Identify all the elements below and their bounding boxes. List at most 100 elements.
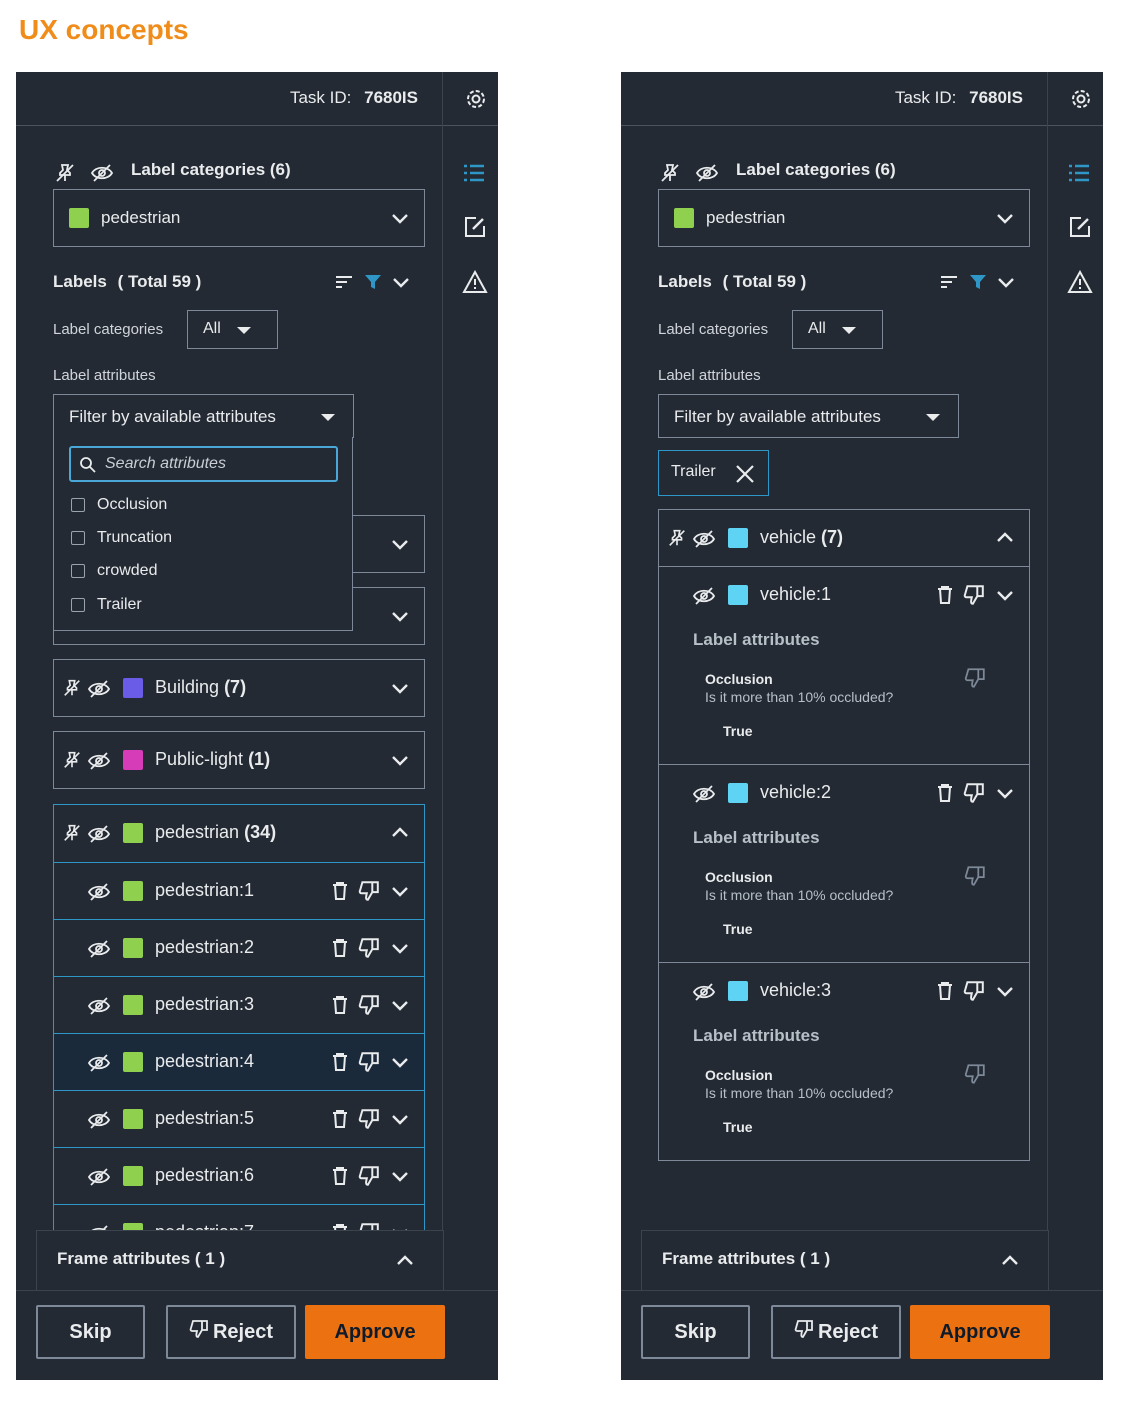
reject-button[interactable]: Reject (771, 1305, 901, 1359)
chevron-down-icon[interactable] (391, 272, 411, 292)
list-icon[interactable] (462, 162, 486, 184)
label-item[interactable]: pedestrian:1 (54, 862, 424, 919)
eye-off-icon[interactable] (87, 1052, 111, 1074)
chevron-down-icon[interactable] (390, 1052, 410, 1072)
eye-off-icon[interactable] (692, 981, 716, 1003)
unpin-icon[interactable] (62, 823, 82, 843)
chevron-down-icon[interactable] (390, 750, 410, 770)
checkbox[interactable] (71, 564, 85, 578)
settings-icon[interactable] (1069, 87, 1093, 111)
close-icon[interactable] (735, 464, 755, 484)
eye-off-icon[interactable] (87, 750, 111, 772)
filter-icon[interactable] (968, 272, 988, 292)
group-header[interactable]: vehicle (7) (659, 510, 1029, 567)
label-item[interactable]: pedestrian:6 (54, 1147, 424, 1204)
chevron-up-icon[interactable] (1000, 1251, 1020, 1271)
thumbs-down-icon[interactable] (358, 1051, 380, 1073)
trash-icon[interactable] (936, 981, 954, 1001)
edit-icon[interactable] (1068, 215, 1092, 239)
thumbs-down-icon[interactable] (358, 994, 380, 1016)
trash-icon[interactable] (331, 938, 349, 958)
eye-off-icon[interactable] (87, 1166, 111, 1188)
approve-button[interactable]: Approve (910, 1305, 1050, 1359)
eye-off-icon[interactable] (695, 162, 719, 184)
unpin-icon[interactable] (659, 162, 681, 184)
trash-icon[interactable] (331, 995, 349, 1015)
eye-off-icon[interactable] (87, 678, 111, 700)
unpin-icon[interactable] (62, 750, 82, 770)
search-input[interactable]: Search attributes (69, 446, 338, 482)
eye-off-icon[interactable] (90, 162, 114, 184)
thumbs-down-icon[interactable] (963, 980, 985, 1002)
chevron-up-icon[interactable] (395, 1251, 415, 1271)
thumbs-down-icon[interactable] (358, 1165, 380, 1187)
filter-icon[interactable] (363, 272, 383, 292)
label-group-building[interactable]: Building (7) (53, 659, 425, 717)
chevron-down-icon[interactable] (995, 585, 1015, 605)
eye-off-icon[interactable] (87, 995, 111, 1017)
category-filter-dropdown[interactable]: All (187, 310, 278, 349)
unpin-icon[interactable] (62, 678, 82, 698)
label-group-public-light[interactable]: Public-light (1) (53, 731, 425, 789)
thumbs-down-icon[interactable] (963, 584, 985, 606)
category-filter-dropdown[interactable]: All (792, 310, 883, 349)
skip-button[interactable]: Skip (641, 1305, 750, 1359)
list-icon[interactable] (1067, 162, 1091, 184)
thumbs-down-icon[interactable] (964, 667, 986, 689)
settings-icon[interactable] (464, 87, 488, 111)
trash-icon[interactable] (331, 1052, 349, 1072)
chevron-down-icon[interactable] (996, 272, 1016, 292)
eye-off-icon[interactable] (692, 585, 716, 607)
chevron-down-icon[interactable] (995, 783, 1015, 803)
frame-attributes-bar[interactable]: Frame attributes ( 1 ) (641, 1230, 1049, 1290)
chevron-down-icon[interactable] (390, 995, 410, 1015)
chevron-up-icon[interactable] (995, 528, 1015, 548)
chevron-down-icon[interactable] (390, 1109, 410, 1129)
thumbs-down-icon[interactable] (963, 782, 985, 804)
chevron-down-icon[interactable] (390, 678, 410, 698)
chevron-down-icon[interactable] (390, 881, 410, 901)
checkbox[interactable] (71, 498, 85, 512)
unpin-icon[interactable] (667, 528, 687, 548)
chevron-down-icon[interactable] (390, 1166, 410, 1186)
chevron-down-icon[interactable] (390, 534, 410, 554)
warning-icon[interactable] (462, 270, 488, 294)
trash-icon[interactable] (936, 783, 954, 803)
thumbs-down-icon[interactable] (964, 865, 986, 887)
trash-icon[interactable] (331, 1109, 349, 1129)
skip-button[interactable]: Skip (36, 1305, 145, 1359)
attributes-dropdown[interactable]: Filter by available attributes (53, 394, 354, 438)
chevron-down-icon[interactable] (995, 981, 1015, 1001)
chevron-down-icon[interactable] (390, 606, 410, 626)
chevron-up-icon[interactable] (390, 823, 410, 843)
reject-button[interactable]: Reject (166, 1305, 296, 1359)
sort-icon[interactable] (334, 272, 354, 292)
checkbox[interactable] (71, 531, 85, 545)
eye-off-icon[interactable] (87, 823, 111, 845)
filter-tag[interactable]: Trailer (658, 450, 769, 496)
trash-icon[interactable] (331, 881, 349, 901)
eye-off-icon[interactable] (87, 881, 111, 903)
chevron-down-icon[interactable] (390, 938, 410, 958)
label-item[interactable]: pedestrian:3 (54, 976, 424, 1033)
trash-icon[interactable] (936, 585, 954, 605)
trash-icon[interactable] (331, 1166, 349, 1186)
thumbs-down-icon[interactable] (964, 1063, 986, 1085)
edit-icon[interactable] (463, 215, 487, 239)
thumbs-down-icon[interactable] (358, 937, 380, 959)
thumbs-down-icon[interactable] (358, 1108, 380, 1130)
category-select[interactable]: pedestrian (658, 189, 1030, 247)
group-header[interactable]: pedestrian (34) (54, 805, 424, 862)
attributes-dropdown[interactable]: Filter by available attributes (658, 394, 959, 438)
label-item[interactable]: pedestrian:5 (54, 1090, 424, 1147)
sort-icon[interactable] (939, 272, 959, 292)
approve-button[interactable]: Approve (305, 1305, 445, 1359)
eye-off-icon[interactable] (87, 1109, 111, 1131)
frame-attributes-bar[interactable]: Frame attributes ( 1 ) (36, 1230, 444, 1290)
eye-off-icon[interactable] (692, 528, 716, 550)
eye-off-icon[interactable] (87, 938, 111, 960)
category-select[interactable]: pedestrian (53, 189, 425, 247)
thumbs-down-icon[interactable] (358, 880, 380, 902)
unpin-icon[interactable] (54, 162, 76, 184)
warning-icon[interactable] (1067, 270, 1093, 294)
